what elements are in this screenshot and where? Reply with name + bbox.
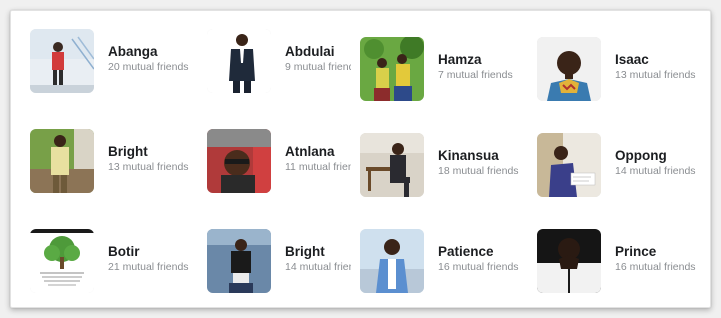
mutual-friends-count: 11 mutual friends — [285, 161, 351, 173]
friend-photo[interactable] — [360, 37, 424, 101]
friend-photo[interactable] — [30, 229, 94, 293]
friend-photo[interactable] — [30, 129, 94, 193]
friend-name[interactable]: Patience — [438, 243, 530, 260]
friend-photo[interactable] — [537, 37, 601, 101]
friend-photo[interactable] — [537, 229, 601, 293]
friend-name[interactable]: Kinansua — [438, 147, 530, 164]
friend-card-bright-2[interactable]: Bright 14 mutual friends — [207, 229, 353, 299]
friend-card-hamza[interactable]: Hamza 7 mutual friends — [360, 37, 530, 107]
friend-photo[interactable] — [360, 133, 424, 197]
friend-name[interactable]: Atnlana — [285, 143, 351, 160]
friend-photo[interactable] — [207, 129, 271, 193]
mutual-friends-count: 7 mutual friends — [438, 69, 513, 81]
mutual-friends-count: 18 mutual friends — [438, 165, 519, 177]
friend-photo[interactable] — [360, 229, 424, 293]
friend-name[interactable]: Bright — [108, 143, 200, 160]
friend-photo[interactable] — [207, 29, 271, 93]
friend-card-oppong[interactable]: Oppong 14 mutual friends — [537, 133, 701, 203]
friend-name[interactable]: Botir — [108, 243, 200, 260]
friend-photo[interactable] — [207, 229, 271, 293]
mutual-friends-count: 16 mutual friends — [438, 261, 519, 273]
mutual-friends-count: 13 mutual friends — [615, 69, 696, 81]
friend-photo[interactable] — [30, 29, 94, 93]
mutual-friends-count: 21 mutual friends — [108, 261, 189, 273]
friend-card-isaac[interactable]: Isaac 13 mutual friends — [537, 37, 701, 107]
friend-name[interactable]: Abanga — [108, 43, 200, 60]
friend-name[interactable]: Prince — [615, 243, 701, 260]
friend-card-patience[interactable]: Patience 16 mutual friends — [360, 229, 530, 299]
friend-card-botir[interactable]: Botir 21 mutual friends — [30, 229, 200, 299]
friend-card-kinansua[interactable]: Kinansua 18 mutual friends — [360, 133, 530, 203]
friend-name[interactable]: Abdulai — [285, 43, 351, 60]
friend-name[interactable]: Hamza — [438, 51, 530, 68]
friend-name[interactable]: Oppong — [615, 147, 701, 164]
mutual-friends-count: 16 mutual friends — [615, 261, 696, 273]
friend-card-bright[interactable]: Bright 13 mutual friends — [30, 129, 200, 199]
friend-card-atnlana[interactable]: Atnlana 11 mutual friends — [207, 129, 353, 199]
friend-name[interactable]: Isaac — [615, 51, 701, 68]
friend-name[interactable]: Bright — [285, 243, 351, 260]
friends-grid-card: Abanga 20 mutual friends Abdulai 9 mutua… — [10, 10, 711, 308]
friend-card-prince[interactable]: Prince 16 mutual friends — [537, 229, 701, 299]
mutual-friends-count: 14 mutual friends — [285, 261, 351, 273]
mutual-friends-count: 9 mutual friends — [285, 61, 351, 73]
friend-photo[interactable] — [537, 133, 601, 197]
mutual-friends-count: 14 mutual friends — [615, 165, 696, 177]
friend-card-abdulai[interactable]: Abdulai 9 mutual friends — [207, 29, 353, 99]
mutual-friends-count: 20 mutual friends — [108, 61, 189, 73]
friend-card-abanga[interactable]: Abanga 20 mutual friends — [30, 29, 200, 99]
mutual-friends-count: 13 mutual friends — [108, 161, 189, 173]
